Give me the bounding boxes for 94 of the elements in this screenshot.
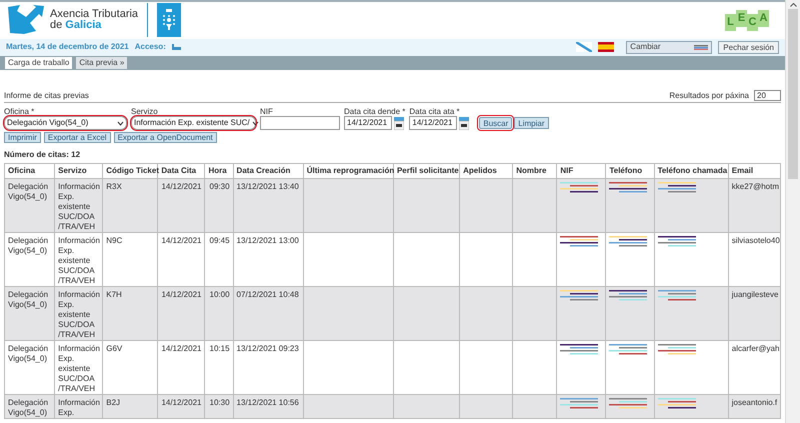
scrambled-text-drawing xyxy=(658,236,698,248)
table-cell-text: Información Exp. existente SUC/DOA /TRA/VEH xyxy=(58,182,100,231)
scrambled-text-drawing xyxy=(560,182,600,194)
table-cell-text: 10:15 xyxy=(210,344,230,353)
column-header: Data Creación xyxy=(233,164,304,178)
page-size-label: Resultados por páxina xyxy=(669,90,749,102)
count-label: Número de citas: 12 xyxy=(4,149,82,161)
table-cell-text: Delegación Vigo(54_0) xyxy=(8,344,48,363)
table-cell-text: 13/12/2021 09:23 xyxy=(236,344,299,353)
table-cell-text: Delegación Vigo(54_0) xyxy=(8,398,48,417)
table-cell-text: R3X xyxy=(106,182,122,191)
table-cell-text: Información Exp. xyxy=(58,398,100,417)
input-field[interactable]: 14/12/2021 xyxy=(344,116,392,130)
table-cell-text: B2J xyxy=(106,398,120,407)
table-cell-text: 14/12/2021 xyxy=(161,182,202,191)
table-cell-text: Información Exp. existente SUC/DOA /TRA/VEH xyxy=(58,236,100,285)
table-cell-text: Delegación Vigo(54_0) xyxy=(8,236,48,255)
search-button[interactable]: Limpiar xyxy=(514,117,549,129)
field-label: NIF xyxy=(260,107,274,116)
table-cell-text: 14/12/2021 xyxy=(161,236,202,245)
field-label: Data cita ata * xyxy=(409,107,461,116)
table-cell-text: 10:30 xyxy=(210,398,230,407)
scrambled-text-drawing xyxy=(658,182,698,194)
brand-name: Axencia Tributaria xyxy=(50,9,138,20)
select-field[interactable]: Delegación Vigo(54_0) xyxy=(4,116,127,130)
scrambled-text-drawing xyxy=(560,344,600,356)
table-cell-text: Información Exp. existente SUC/DOA /TRA/VEH xyxy=(58,290,100,339)
spanish-flag-icon[interactable] xyxy=(598,42,614,52)
change-button[interactable]: Cambiar xyxy=(626,40,712,54)
table-cell-text: Delegación Vigo(54_0) xyxy=(8,290,48,309)
scrambled-text-drawing xyxy=(609,398,650,410)
table-cell-text: 14/12/2021 xyxy=(161,290,202,299)
table-cell-text: joseantonio.f xyxy=(732,398,778,407)
table-cell-text: N9C xyxy=(106,236,122,245)
scrambled-text-drawing xyxy=(560,398,600,410)
nav-tab[interactable]: Cita previa » xyxy=(76,56,128,69)
table-cell-text: 14/12/2021 xyxy=(161,344,202,353)
search-button[interactable]: Buscar xyxy=(479,117,512,129)
table-cell-text: 07/12/2021 10:48 xyxy=(236,290,299,299)
brand-name: de Galicia xyxy=(50,20,102,32)
scrambled-text-drawing xyxy=(609,290,650,302)
table-cell-text: Delegación Vigo(54_0) xyxy=(8,182,48,201)
table-cell-text: 13/12/2021 10:56 xyxy=(236,398,299,407)
table-cell-text: kke27@hotm xyxy=(732,182,780,191)
scroll-up-icon[interactable] xyxy=(790,3,796,7)
export-button[interactable]: Exportar a OpenDocument xyxy=(114,132,217,143)
calendar-icon[interactable] xyxy=(459,116,470,130)
scrambled-text-drawing xyxy=(609,344,650,356)
logout-button[interactable]: Pechar sesión xyxy=(718,40,779,54)
scrambled-text-drawing xyxy=(658,290,698,302)
date-text: Martes, 14 de decembro de 2021 xyxy=(6,41,129,54)
calendar-icon[interactable] xyxy=(394,116,404,130)
table-cell-text: K7H xyxy=(106,290,122,299)
column-header: Teléfono chamada xyxy=(654,164,728,178)
report-title: Informe de citas previas xyxy=(4,90,89,102)
table-cell-text: 10:00 xyxy=(210,290,230,299)
select-field[interactable]: Información Exp. existente SUC/ xyxy=(131,116,256,130)
column-header: Oficina xyxy=(4,164,55,178)
table-cell-text: 13/12/2021 13:00 xyxy=(236,236,299,245)
column-header: Última reprogramación xyxy=(303,164,394,178)
table-cell-text: alcarfer@yah xyxy=(732,344,780,353)
table-cell-text: G6V xyxy=(106,344,122,353)
flag-icon xyxy=(694,44,708,50)
scrambled-text-drawing xyxy=(560,236,600,248)
access-icon xyxy=(172,44,181,50)
table-cell-text: 09:30 xyxy=(210,182,230,191)
input-field[interactable] xyxy=(260,116,340,130)
export-button[interactable]: Exportar a Excel xyxy=(44,132,111,143)
access-label: Acceso: xyxy=(134,41,166,54)
page-size-select[interactable]: 20 xyxy=(754,90,781,101)
scrambled-text-drawing xyxy=(658,344,698,356)
column-header: Perfil solicitante xyxy=(393,164,460,178)
table-cell-text: juangilesteve xyxy=(732,290,778,299)
scrambled-text-drawing xyxy=(609,182,650,194)
nav-tab[interactable]: Carga de traballo xyxy=(5,56,72,69)
table-cell-text: 09:45 xyxy=(210,236,230,245)
leca-logo: L E C A xyxy=(725,10,769,31)
table-cell-text: 13/12/2021 13:40 xyxy=(236,182,299,191)
table-cell-text: Información Exp. existente SUC/DOA /TRA/VEH xyxy=(58,344,100,393)
field-label: Servizo xyxy=(131,107,159,116)
chevron-down-icon[interactable] xyxy=(252,120,259,126)
scrollbar[interactable] xyxy=(785,0,800,423)
scroll-thumb[interactable] xyxy=(788,9,798,179)
scrambled-text-drawing xyxy=(609,236,650,248)
scrambled-text-drawing xyxy=(560,290,600,302)
export-button[interactable]: Imprimir xyxy=(4,132,41,143)
chevron-down-icon[interactable] xyxy=(117,120,124,126)
field-label: Data cita dende * xyxy=(344,107,406,116)
field-label: Oficina * xyxy=(4,107,36,116)
scrambled-text-drawing xyxy=(658,398,698,410)
galician-flag-icon[interactable] xyxy=(576,42,592,52)
input-field[interactable]: 14/12/2021 xyxy=(409,116,458,130)
table-cell-text: silviasotelo40 xyxy=(732,236,780,245)
table-cell-text: 14/12/2021 xyxy=(161,398,202,407)
